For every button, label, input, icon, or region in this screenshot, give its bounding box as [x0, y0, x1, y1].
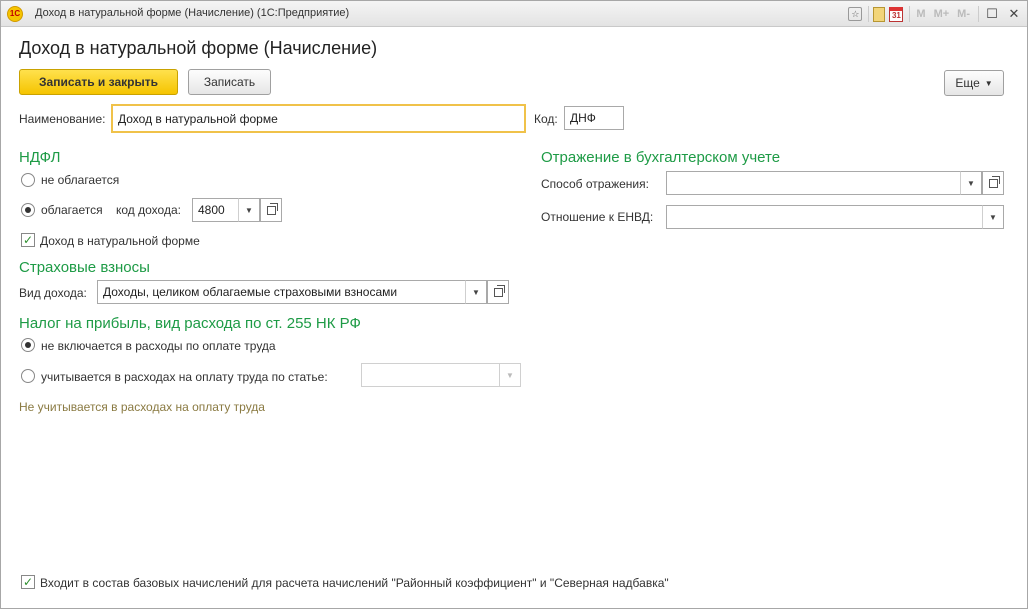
- method-field[interactable]: [666, 171, 961, 195]
- income-type-label: Вид дохода:: [19, 286, 87, 300]
- toolbar-separator: [909, 6, 911, 22]
- income-code-label: код дохода:: [116, 203, 181, 217]
- method-open-icon[interactable]: [982, 171, 1004, 195]
- ndfl-not-taxed-label: не облагается: [41, 173, 120, 187]
- not-included-label: не включается в расходы по оплате труда: [41, 339, 276, 353]
- window-title: Доход в натуральной форме (Начисление) (…: [35, 7, 350, 19]
- name-field[interactable]: Доход в натуральной форме: [111, 104, 526, 133]
- title-bar-tools: ☆ 31 M M+ M- ☐ ✕: [844, 5, 1023, 23]
- expense-article-dropdown-icon[interactable]: ▼: [499, 363, 521, 387]
- ndfl-taxed-label: облагается: [41, 203, 103, 217]
- base-charges-checkbox[interactable]: ✓: [21, 575, 35, 589]
- method-dropdown-icon[interactable]: ▼: [960, 171, 982, 195]
- calculator-icon[interactable]: [873, 6, 886, 22]
- natural-form-checkbox[interactable]: ✓: [21, 233, 35, 247]
- ndfl-taxed-radio[interactable]: [21, 203, 35, 217]
- favorite-icon[interactable]: ☆: [848, 7, 863, 21]
- expense-article-field[interactable]: [361, 363, 500, 387]
- maximize-icon[interactable]: ☐: [983, 5, 1001, 23]
- close-icon[interactable]: ✕: [1005, 5, 1023, 23]
- form-title: Доход в натуральной форме (Начисление): [19, 38, 378, 58]
- ndfl-heading: НДФЛ: [19, 149, 61, 166]
- envd-dropdown-icon[interactable]: ▼: [982, 205, 1004, 229]
- base-charges-label: Входит в состав базовых начислений для р…: [40, 576, 669, 590]
- memory-minus-button[interactable]: M-: [955, 5, 972, 23]
- app-logo-icon: 1С: [7, 6, 23, 22]
- code-label: Код:: [534, 112, 558, 126]
- form-window: 1С Доход в натуральной форме (Начисление…: [0, 0, 1028, 609]
- income-code-dropdown-icon[interactable]: ▼: [238, 198, 260, 222]
- name-label: Наименование:: [19, 112, 106, 126]
- envd-field[interactable]: [666, 205, 983, 229]
- method-label: Способ отражения:: [541, 177, 649, 191]
- included-radio[interactable]: [21, 369, 35, 383]
- title-bar: 1С Доход в натуральной форме (Начисление…: [1, 1, 1027, 27]
- more-button[interactable]: Еще ▼: [944, 70, 1004, 96]
- save-button[interactable]: Записать: [188, 69, 271, 95]
- memory-m-button[interactable]: M: [914, 5, 927, 23]
- calendar-icon[interactable]: 31: [889, 6, 904, 22]
- insurance-heading: Страховые взносы: [19, 259, 150, 276]
- income-code-field[interactable]: 4800: [192, 198, 239, 222]
- not-included-radio[interactable]: [21, 338, 35, 352]
- income-type-dropdown-icon[interactable]: ▼: [465, 280, 487, 304]
- included-label: учитывается в расходах на оплату труда п…: [41, 370, 328, 384]
- profit-tax-note: Не учитывается в расходах на оплату труд…: [19, 400, 265, 414]
- toolbar-separator: [868, 6, 870, 22]
- income-type-field[interactable]: Доходы, целиком облагаемые страховыми вз…: [97, 280, 466, 304]
- memory-plus-button[interactable]: M+: [932, 5, 952, 23]
- accounting-heading: Отражение в бухгалтерском учете: [541, 149, 781, 166]
- toolbar-separator: [978, 6, 979, 22]
- more-button-label: Еще: [955, 76, 980, 90]
- ndfl-not-taxed-radio[interactable]: [21, 173, 35, 187]
- envd-label: Отношение к ЕНВД:: [541, 210, 654, 224]
- income-type-open-icon[interactable]: [487, 280, 509, 304]
- code-field[interactable]: ДНФ: [564, 106, 624, 130]
- chevron-down-icon: ▼: [984, 78, 993, 88]
- income-code-open-icon[interactable]: [260, 198, 282, 222]
- profit-tax-heading: Налог на прибыль, вид расхода по ст. 255…: [19, 315, 361, 332]
- natural-form-label: Доход в натуральной форме: [40, 234, 200, 248]
- save-and-close-button[interactable]: Записать и закрыть: [19, 69, 178, 95]
